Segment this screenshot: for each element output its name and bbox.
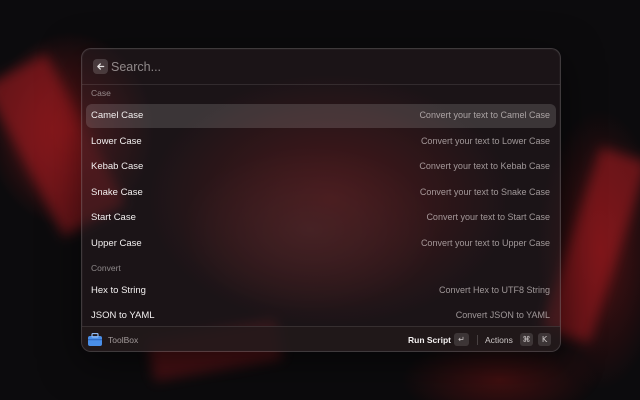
k-key-hint: K xyxy=(538,333,551,346)
toolbox-icon xyxy=(88,333,102,346)
section-header: Case xyxy=(91,88,111,98)
command-key-hint: ⌘ xyxy=(520,333,533,346)
list-item-title: Upper Case xyxy=(91,238,142,249)
section-header: Convert xyxy=(91,262,121,273)
list-item-subtitle: Convert your text to Upper Case xyxy=(420,238,550,248)
list-item-subtitle: Convert your text to Camel Case xyxy=(419,110,550,120)
back-button[interactable] xyxy=(93,59,108,74)
list-item-subtitle: Convert your text to Kebab Case xyxy=(419,161,550,172)
list-item[interactable]: Snake Case Convert your text to Snake Cas… xyxy=(86,181,556,205)
list-item-subtitle: Convert JSON to YAML xyxy=(455,310,550,321)
list-item-title: Start Case xyxy=(91,212,136,224)
run-script-button[interactable]: Run Script xyxy=(408,335,451,345)
search-input[interactable] xyxy=(111,58,541,75)
list-item[interactable]: JSON to YAML Convert JSON to YAML xyxy=(86,304,556,326)
list-item-title: Lower Case xyxy=(91,135,142,147)
list-item-title: Camel Case xyxy=(91,110,144,121)
footer-divider xyxy=(477,335,478,345)
action-bar: ToolBox Run Script ↵ Actions ⌘ K xyxy=(82,326,560,351)
list-item-subtitle: Convert Hex to UTF8 String xyxy=(438,284,550,295)
search-bar xyxy=(82,49,560,85)
list-item-subtitle: Convert your text to Snake Case xyxy=(419,186,550,197)
app-name: ToolBox xyxy=(108,335,139,345)
list-item-title: JSON to YAML xyxy=(91,310,155,322)
list-item-subtitle: Convert your text to Lower Case xyxy=(420,135,550,146)
list-item[interactable]: Start Case Convert your text to Start Cas… xyxy=(86,206,556,230)
list-item[interactable]: Upper Case Convert your text to Upper Cas… xyxy=(86,232,556,256)
list-item-title: Kebab Case xyxy=(91,161,144,173)
list-item[interactable]: Kebab Case Convert your text to Kebab Cas… xyxy=(86,155,556,179)
results-list[interactable]: Case Camel Case Convert your text to Camel… xyxy=(82,85,560,326)
list-item[interactable]: Camel Case Convert your text to Camel Cas… xyxy=(86,104,556,128)
list-item-subtitle: Convert your text to Start Case xyxy=(426,212,550,223)
enter-key-hint: ↵ xyxy=(454,333,469,346)
actions-button[interactable]: Actions xyxy=(485,335,513,345)
list-item-title: Snake Case xyxy=(91,186,143,198)
arrow-left-icon xyxy=(97,63,105,70)
command-palette-window: Case Camel Case Convert your text to Camel… xyxy=(81,48,561,352)
list-item[interactable]: Lower Case Convert your text to Lower Cas… xyxy=(86,130,556,154)
list-item-title: Hex to String xyxy=(91,284,146,296)
list-item[interactable]: Hex to String Convert Hex to UTF8 String xyxy=(86,279,556,303)
